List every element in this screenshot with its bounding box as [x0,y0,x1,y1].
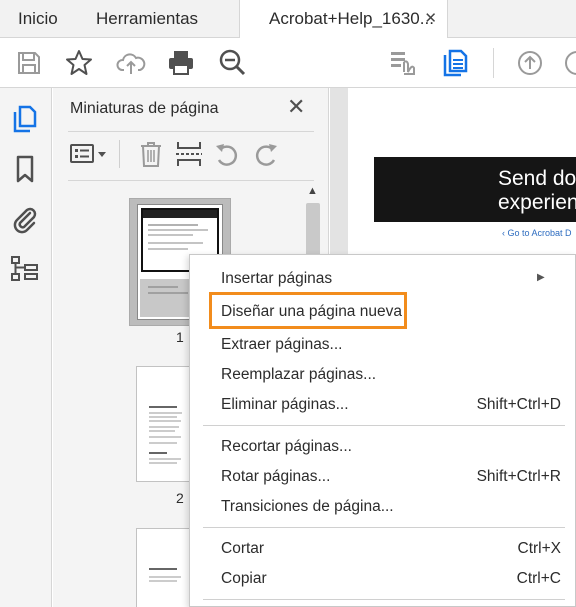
menu-item-cut[interactable]: Cortar Ctrl+X [190,534,576,564]
panel-title: Miniaturas de página [70,100,219,117]
tab-bar: Inicio Herramientas Acrobat+Help_1630...… [0,0,576,39]
delete-icon[interactable] [137,140,165,168]
menu-item-label: Eliminar páginas... [221,396,349,413]
rotate-right-icon[interactable] [252,140,280,168]
menu-item-delete-pages[interactable]: Eliminar páginas... Shift+Ctrl+D [190,390,576,420]
star-icon[interactable] [64,48,94,78]
insert-pages-icon[interactable] [175,140,203,168]
menu-item-label: Reemplazar páginas... [221,366,377,383]
menu-item-label: Cortar [221,540,265,557]
save-icon[interactable] [14,48,44,78]
page-number: 1 [176,329,184,345]
bookmark-icon[interactable] [10,154,40,184]
page-number: 2 [176,490,184,506]
page-thumbnails-icon[interactable] [441,48,471,78]
menu-item-copy[interactable]: Copiar Ctrl+C [190,564,576,594]
menu-item-label: Extraer páginas... [221,336,343,353]
menu-item-rotate-pages[interactable]: Rotar páginas... Shift+Ctrl+R [190,462,576,492]
toolbar-separator [119,140,120,168]
menu-item-label: Rotar páginas... [221,468,331,485]
menu-separator [203,599,565,600]
tab-document-label: Acrobat+Help_1630... [269,9,434,28]
toolbar [0,38,576,88]
context-menu: Insertar páginas ▶ Diseñar una página nu… [189,254,576,607]
divider [68,131,314,132]
document-link[interactable]: ‹ Go to Acrobat D [502,228,572,238]
toolbar-separator [493,48,494,78]
banner-line-2: experien [498,191,576,214]
menu-item-label: Copiar [221,570,267,587]
page-banner: Send do experien [374,157,576,222]
banner-text: Send do experien [498,167,576,215]
submenu-arrow-icon: ▶ [537,272,545,283]
menu-separator [203,425,565,426]
tab-home[interactable]: Inicio [18,0,58,38]
menu-item-extract-pages[interactable]: Extraer páginas... [190,330,576,360]
zoom-out-icon[interactable] [218,48,248,78]
menu-item-label: Insertar páginas [221,270,333,287]
menu-item-label: Diseñar una página nueva [221,303,402,320]
menu-item-replace-pages[interactable]: Reemplazar páginas... [190,360,576,390]
previous-page-icon[interactable] [515,48,545,78]
rotate-left-icon[interactable] [213,140,241,168]
options-menu-icon[interactable] [69,140,109,168]
structure-icon[interactable] [10,254,40,284]
shortcut-label: Ctrl+X [517,540,562,557]
shortcut-label: Shift+Ctrl+R [476,468,561,485]
next-page-icon[interactable] [562,48,576,78]
menu-item-page-transitions[interactable]: Transiciones de página... [190,492,576,522]
close-panel-icon[interactable]: ✕ [287,94,305,120]
print-icon[interactable] [166,48,196,78]
menu-item-label: Transiciones de página... [221,498,394,515]
menu-item-label: Recortar páginas... [221,438,352,455]
navigation-rail [0,88,52,607]
attachment-icon[interactable] [10,204,40,234]
shortcut-label: Shift+Ctrl+D [476,396,561,413]
banner-line-1: Send do [498,167,576,190]
scroll-up-icon[interactable]: ▲ [307,185,318,197]
page-thumbnails-icon[interactable] [10,104,40,134]
menu-item-crop-pages[interactable]: Recortar páginas... [190,432,576,462]
tab-document[interactable]: Acrobat+Help_1630... ✕ [239,0,448,39]
menu-item-design-new-page[interactable]: Diseñar una página nueva [190,297,576,327]
divider [68,180,314,181]
upload-cloud-icon[interactable] [116,48,146,78]
tab-tools[interactable]: Herramientas [96,0,198,38]
touch-mode-icon[interactable] [388,48,418,78]
menu-item-insert-pages[interactable]: Insertar páginas ▶ [190,264,576,294]
menu-separator [203,527,565,528]
close-tab-icon[interactable]: ✕ [424,0,437,38]
shortcut-label: Ctrl+C [516,570,561,587]
